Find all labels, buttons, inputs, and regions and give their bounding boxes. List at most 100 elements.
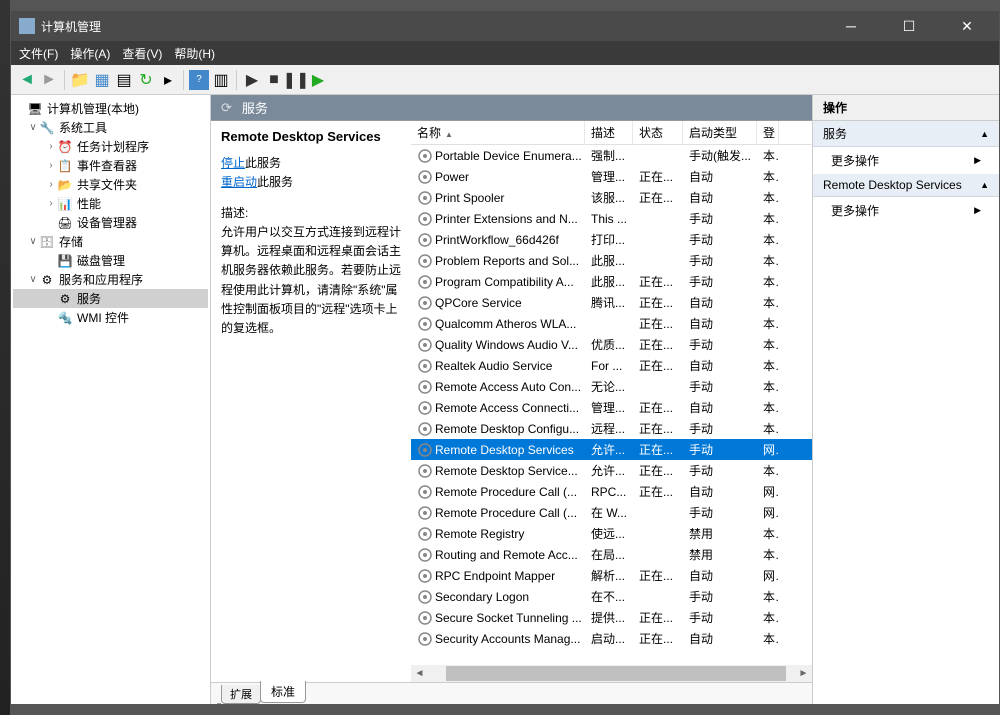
content-area: 🖥计算机管理(本地) ∨🔧系统工具 ›⏰任务计划程序 ›📋事件查看器 ›📂共享文…: [11, 95, 999, 704]
app-icon: [19, 18, 35, 34]
minimize-button[interactable]: ─: [831, 11, 871, 41]
service-row[interactable]: PrintWorkflow_66d426f打印...手动本: [411, 229, 812, 250]
services-list[interactable]: Portable Device Enumera...强制...手动(触发...本…: [411, 145, 812, 665]
middle-panel: ⟳ 服务 Remote Desktop Services 停止此服务 重启动此服…: [211, 95, 813, 704]
service-row[interactable]: Power管理...正在...自动本: [411, 166, 812, 187]
tree-root[interactable]: 🖥计算机管理(本地): [13, 99, 208, 118]
sort-asc-icon: ▲: [445, 130, 453, 139]
restart-service-link[interactable]: 重启动: [221, 175, 257, 189]
tab-standard[interactable]: 标准: [260, 681, 306, 703]
tree-panel[interactable]: 🖥计算机管理(本地) ∨🔧系统工具 ›⏰任务计划程序 ›📋事件查看器 ›📂共享文…: [11, 95, 211, 704]
service-description: 允许用户以交互方式连接到远程计算机。远程桌面和远程桌面会话主机服务器依赖此服务。…: [221, 223, 401, 338]
toolbar: ◄ ► 📁 ▦ ▤ ↻ ▸ ? ▥ ▶ ■ ❚❚ ▶: [11, 65, 999, 95]
actions-header: 操作: [813, 95, 999, 121]
selected-service-title: Remote Desktop Services: [221, 129, 401, 144]
tree-disk-management[interactable]: 💾磁盘管理: [13, 251, 208, 270]
computer-management-window: 计算机管理 ─ ☐ ✕ 文件(F) 操作(A) 查看(V) 帮助(H) ◄ ► …: [10, 10, 1000, 705]
play-button[interactable]: ▶: [242, 70, 262, 90]
panel-button[interactable]: ▥: [211, 70, 231, 90]
desktop-sidebar: [0, 0, 10, 715]
service-row[interactable]: Remote Procedure Call (...在 W...手动网: [411, 502, 812, 523]
close-button[interactable]: ✕: [947, 11, 987, 41]
scroll-left-arrow[interactable]: ◄: [411, 665, 428, 682]
maximize-button[interactable]: ☐: [889, 11, 929, 41]
back-button[interactable]: ◄: [17, 70, 37, 90]
service-row[interactable]: Secondary Logon在不...手动本: [411, 586, 812, 607]
help-button[interactable]: ?: [189, 70, 209, 90]
show-hide-button[interactable]: ▦: [92, 70, 112, 90]
tree-task-scheduler[interactable]: ›⏰任务计划程序: [13, 137, 208, 156]
service-row[interactable]: Problem Reports and Sol...此服...手动本: [411, 250, 812, 271]
service-row[interactable]: Remote Access Connecti...管理...正在...自动本: [411, 397, 812, 418]
service-row[interactable]: Quality Windows Audio V...优质...正在...手动本: [411, 334, 812, 355]
tree-performance[interactable]: ›📊性能: [13, 194, 208, 213]
menu-action[interactable]: 操作(A): [70, 45, 110, 62]
submenu-icon: ▶: [974, 205, 981, 216]
service-row[interactable]: Remote Desktop Service...允许...正在...手动本: [411, 460, 812, 481]
middle-header: ⟳ 服务: [211, 95, 812, 121]
tree-services-apps[interactable]: ∨⚙服务和应用程序: [13, 270, 208, 289]
menubar: 文件(F) 操作(A) 查看(V) 帮助(H): [11, 41, 999, 65]
refresh-icon[interactable]: ⟳: [221, 100, 232, 116]
service-row[interactable]: Remote Desktop Configu...远程...正在...手动本: [411, 418, 812, 439]
up-button[interactable]: 📁: [70, 70, 90, 90]
col-logon[interactable]: 登: [757, 121, 779, 145]
horizontal-scrollbar[interactable]: ◄ ►: [411, 665, 812, 682]
service-row[interactable]: Secure Socket Tunneling ...提供...正在...手动本: [411, 607, 812, 628]
col-startup[interactable]: 启动类型: [683, 121, 757, 145]
desc-label: 描述:: [221, 204, 401, 221]
service-row[interactable]: Remote Access Auto Con...无论...手动本: [411, 376, 812, 397]
menu-view[interactable]: 查看(V): [122, 45, 162, 62]
service-row[interactable]: Portable Device Enumera...强制...手动(触发...本: [411, 145, 812, 166]
service-row[interactable]: Routing and Remote Acc...在局...禁用本: [411, 544, 812, 565]
service-row[interactable]: Printer Extensions and N...This ...手动本: [411, 208, 812, 229]
refresh-button[interactable]: ↻: [136, 70, 156, 90]
service-row[interactable]: Print Spooler该服...正在...自动本: [411, 187, 812, 208]
tree-shared-folders[interactable]: ›📂共享文件夹: [13, 175, 208, 194]
tree-storage[interactable]: ∨🗄存储: [13, 232, 208, 251]
list-header: 名称▲ 描述 状态 启动类型 登: [411, 121, 812, 145]
collapse-icon: ▲: [980, 180, 989, 190]
service-row[interactable]: RPC Endpoint Mapper解析...正在...自动网: [411, 565, 812, 586]
col-desc[interactable]: 描述: [585, 121, 633, 145]
col-name[interactable]: 名称▲: [411, 121, 585, 145]
tab-extended[interactable]: 扩展: [221, 685, 261, 704]
stop-service-link[interactable]: 停止: [221, 156, 245, 170]
properties-button[interactable]: ▤: [114, 70, 134, 90]
detail-pane: Remote Desktop Services 停止此服务 重启动此服务 描述:…: [211, 121, 411, 682]
tree-system-tools[interactable]: ∨🔧系统工具: [13, 118, 208, 137]
services-list-pane: 名称▲ 描述 状态 启动类型 登 Portable Device Enumera…: [411, 121, 812, 682]
restart-button[interactable]: ▶: [308, 70, 328, 90]
actions-section-services[interactable]: 服务▲: [813, 121, 999, 147]
service-row[interactable]: QPCore Service腾讯...正在...自动本: [411, 292, 812, 313]
col-status[interactable]: 状态: [633, 121, 683, 145]
service-row[interactable]: Security Accounts Manag...启动...正在...自动本: [411, 628, 812, 649]
actions-panel: 操作 服务▲ 更多操作▶ Remote Desktop Services▲ 更多…: [813, 95, 999, 704]
actions-more-1[interactable]: 更多操作▶: [813, 147, 999, 174]
tree-device-manager[interactable]: 🖨设备管理器: [13, 213, 208, 232]
service-row[interactable]: Realtek Audio ServiceFor ...正在...自动本: [411, 355, 812, 376]
menu-help[interactable]: 帮助(H): [174, 45, 215, 62]
service-row[interactable]: Remote Desktop Services允许...正在...手动网: [411, 439, 812, 460]
menu-file[interactable]: 文件(F): [19, 45, 58, 62]
scroll-right-arrow[interactable]: ►: [795, 665, 812, 682]
export-button[interactable]: ▸: [158, 70, 178, 90]
actions-more-2[interactable]: 更多操作▶: [813, 197, 999, 224]
scroll-thumb[interactable]: [446, 666, 786, 681]
collapse-icon: ▲: [980, 129, 989, 139]
stop-button[interactable]: ■: [264, 70, 284, 90]
submenu-icon: ▶: [974, 155, 981, 166]
tree-services[interactable]: ⚙服务: [13, 289, 208, 308]
pause-button[interactable]: ❚❚: [286, 70, 306, 90]
tree-event-viewer[interactable]: ›📋事件查看器: [13, 156, 208, 175]
service-row[interactable]: Qualcomm Atheros WLA...正在...自动本: [411, 313, 812, 334]
service-row[interactable]: Program Compatibility A...此服...正在...手动本: [411, 271, 812, 292]
tab-bar: 扩展 标准: [211, 682, 812, 704]
service-row[interactable]: Remote Procedure Call (...RPC...正在...自动网: [411, 481, 812, 502]
tree-wmi[interactable]: 🔩WMI 控件: [13, 308, 208, 327]
forward-button[interactable]: ►: [39, 70, 59, 90]
window-title: 计算机管理: [41, 18, 831, 35]
titlebar[interactable]: 计算机管理 ─ ☐ ✕: [11, 11, 999, 41]
service-row[interactable]: Remote Registry使远...禁用本: [411, 523, 812, 544]
actions-section-selected[interactable]: Remote Desktop Services▲: [813, 174, 999, 197]
